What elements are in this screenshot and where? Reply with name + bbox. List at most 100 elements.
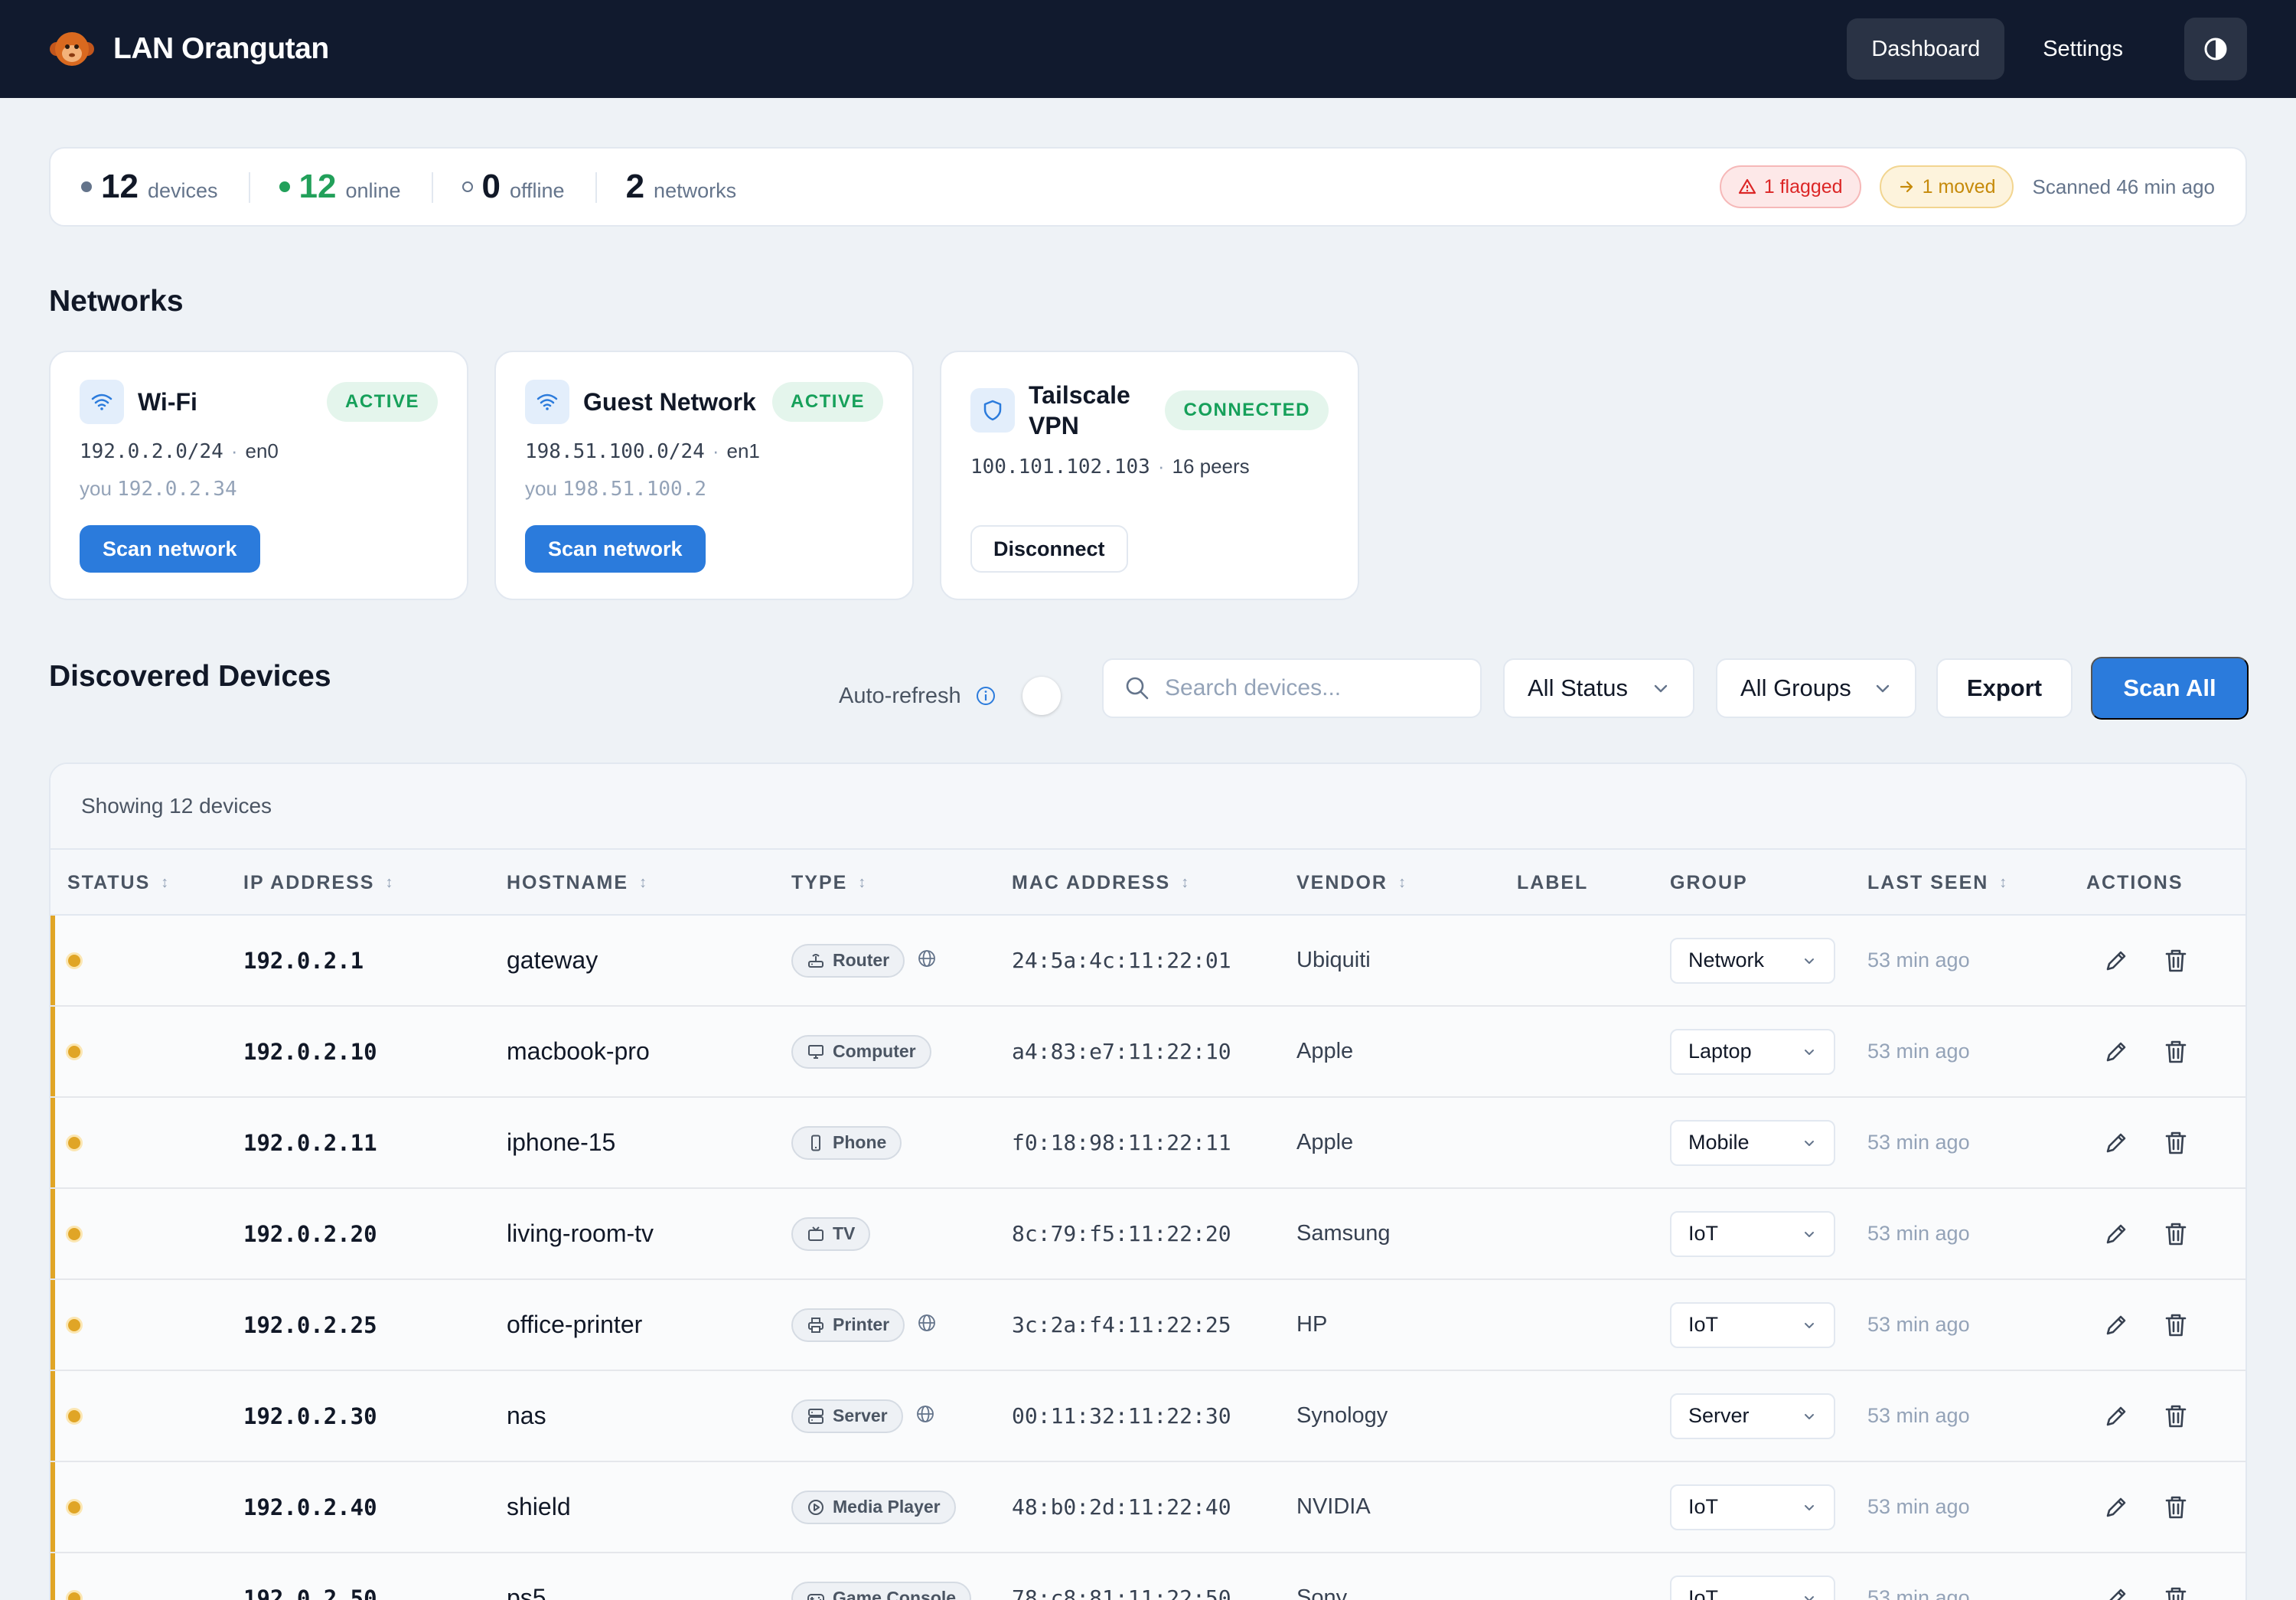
table-row[interactable]: 192.0.2.11 iphone-15 Phone f0:18:98:11:2… xyxy=(51,1098,2245,1189)
moved-label: 1 moved xyxy=(1922,175,1996,198)
globe-icon[interactable] xyxy=(917,949,937,968)
globe-icon[interactable] xyxy=(915,1404,935,1424)
device-vendor: Apple xyxy=(1296,1130,1354,1154)
search-icon xyxy=(1126,677,1149,700)
column-status[interactable]: STATUS ↕ xyxy=(67,850,168,916)
device-mac: a4:83:e7:11:22:10 xyxy=(1012,1039,1231,1064)
device-hostname[interactable]: macbook-pro xyxy=(507,1037,650,1066)
shield-icon xyxy=(970,388,1015,433)
device-vendor: HP xyxy=(1296,1312,1328,1337)
auto-refresh-toggle[interactable] xyxy=(1022,677,1061,715)
network-name: Wi-Fi xyxy=(138,387,197,416)
group-filter-select[interactable]: All Groups xyxy=(1716,658,1916,718)
edit-icon[interactable] xyxy=(2102,1402,2131,1431)
device-hostname[interactable]: nas xyxy=(507,1402,546,1430)
device-vendor: Apple xyxy=(1296,1039,1354,1063)
moved-badge[interactable]: 1 moved xyxy=(1879,165,2014,208)
device-hostname[interactable]: living-room-tv xyxy=(507,1220,654,1248)
table-row[interactable]: 192.0.2.20 living-room-tv TV 8c:79:f5:11… xyxy=(51,1189,2245,1280)
column-last-seen[interactable]: LAST SEEN ↕ xyxy=(1867,850,2007,916)
device-hostname[interactable]: ps5 xyxy=(507,1584,546,1600)
group-select[interactable]: Mobile xyxy=(1670,1119,1835,1166)
status-dot-icon xyxy=(66,1589,83,1600)
trash-icon[interactable] xyxy=(2161,1584,2190,1600)
device-type-chip: Computer xyxy=(791,1034,931,1069)
group-select[interactable]: Network xyxy=(1670,937,1835,984)
device-type-chip: Server xyxy=(791,1399,903,1433)
device-type-chip: Router xyxy=(791,943,905,978)
trash-icon[interactable] xyxy=(2161,946,2190,975)
device-hostname[interactable]: gateway xyxy=(507,946,598,975)
globe-icon[interactable] xyxy=(917,1313,937,1333)
chevron-down-icon xyxy=(1805,958,1814,964)
scan-all-button[interactable]: Scan All xyxy=(2091,657,2249,720)
group-select[interactable]: IoT xyxy=(1670,1210,1835,1257)
app-title: LAN Orangutan xyxy=(113,32,329,65)
brand[interactable]: LAN Orangutan xyxy=(49,26,329,72)
stat-online-value: 12 xyxy=(298,168,337,205)
nav-dashboard[interactable]: Dashboard xyxy=(1847,18,2005,80)
trash-icon[interactable] xyxy=(2161,1493,2190,1522)
device-hostname[interactable]: office-printer xyxy=(507,1311,642,1339)
devices-table: Showing 12 devices STATUS ↕ IP ADDRESS ↕ H… xyxy=(49,762,2247,1600)
group-select[interactable]: IoT xyxy=(1670,1484,1835,1530)
you-label: you xyxy=(80,477,112,500)
disconnect-button[interactable]: Disconnect xyxy=(970,525,1128,573)
info-icon[interactable] xyxy=(975,685,996,707)
group-select[interactable]: IoT xyxy=(1670,1301,1835,1348)
stat-networks-label: networks xyxy=(654,179,737,202)
group-select[interactable]: Server xyxy=(1670,1393,1835,1439)
device-ip: 192.0.2.10 xyxy=(243,1038,377,1065)
theme-toggle-button[interactable] xyxy=(2184,18,2247,80)
device-hostname[interactable]: iphone-15 xyxy=(507,1128,615,1157)
scan-network-button[interactable]: Scan network xyxy=(525,525,706,573)
device-mac: 00:11:32:11:22:30 xyxy=(1012,1403,1231,1429)
status-badge: ACTIVE xyxy=(771,382,883,422)
edit-icon[interactable] xyxy=(2102,1037,2131,1066)
chevron-down-icon xyxy=(1876,684,1890,693)
trash-icon[interactable] xyxy=(2161,1037,2190,1066)
edit-icon[interactable] xyxy=(2102,1220,2131,1249)
group-select[interactable]: IoT xyxy=(1670,1575,1835,1600)
play-icon xyxy=(807,1498,825,1517)
your-ip: 198.51.100.2 xyxy=(563,478,706,501)
export-button[interactable]: Export xyxy=(1936,658,2073,718)
table-row[interactable]: 192.0.2.1 gateway Router 24:5a:4c:11:22:… xyxy=(51,916,2245,1007)
sort-icon: ↕ xyxy=(1999,873,2007,891)
table-row[interactable]: 192.0.2.30 nas Server 00:11:32:11:22:30 … xyxy=(51,1371,2245,1462)
search-input[interactable] xyxy=(1165,675,1456,701)
sort-icon: ↕ xyxy=(161,873,169,891)
column-hostname[interactable]: HOSTNAME ↕ xyxy=(507,850,647,916)
device-hostname[interactable]: shield xyxy=(507,1493,571,1521)
device-vendor: Sony xyxy=(1296,1585,1348,1600)
flagged-badge[interactable]: 1 flagged xyxy=(1719,165,1861,208)
table-row[interactable]: 192.0.2.10 macbook-pro Computer a4:83:e7… xyxy=(51,1007,2245,1098)
group-select[interactable]: Laptop xyxy=(1670,1028,1835,1075)
scan-network-button[interactable]: Scan network xyxy=(80,525,260,573)
device-last-seen: 53 min ago xyxy=(1867,1586,1970,1600)
group-value: IoT xyxy=(1688,1222,1719,1245)
trash-icon[interactable] xyxy=(2161,1128,2190,1158)
network-name: Guest Network xyxy=(583,387,756,416)
status-filter-select[interactable]: All Status xyxy=(1503,658,1694,718)
edit-icon[interactable] xyxy=(2102,1584,2131,1600)
trash-icon[interactable] xyxy=(2161,1220,2190,1249)
trash-icon[interactable] xyxy=(2161,1311,2190,1340)
column-vendor[interactable]: VENDOR ↕ xyxy=(1296,850,1406,916)
edit-icon[interactable] xyxy=(2102,1311,2131,1340)
trash-icon[interactable] xyxy=(2161,1402,2190,1431)
edit-icon[interactable] xyxy=(2102,1128,2131,1158)
column-mac[interactable]: MAC ADDRESS ↕ xyxy=(1012,850,1189,916)
column-type[interactable]: TYPE ↕ xyxy=(791,850,866,916)
device-ip: 192.0.2.11 xyxy=(243,1129,377,1156)
table-row[interactable]: 192.0.2.40 shield Media Player 48:b0:2d:… xyxy=(51,1462,2245,1553)
table-row[interactable]: 192.0.2.25 office-printer Printer 3c:2a:… xyxy=(51,1280,2245,1371)
column-ip[interactable]: IP ADDRESS ↕ xyxy=(243,850,393,916)
edit-icon[interactable] xyxy=(2102,946,2131,975)
chevron-down-icon xyxy=(1805,1231,1814,1237)
arrow-right-icon xyxy=(1900,181,1913,193)
status-badge: ACTIVE xyxy=(326,382,438,422)
table-row[interactable]: 192.0.2.50 ps5 Game Console 78:c8:81:11:… xyxy=(51,1553,2245,1600)
nav-settings[interactable]: Settings xyxy=(2018,18,2148,80)
edit-icon[interactable] xyxy=(2102,1493,2131,1522)
